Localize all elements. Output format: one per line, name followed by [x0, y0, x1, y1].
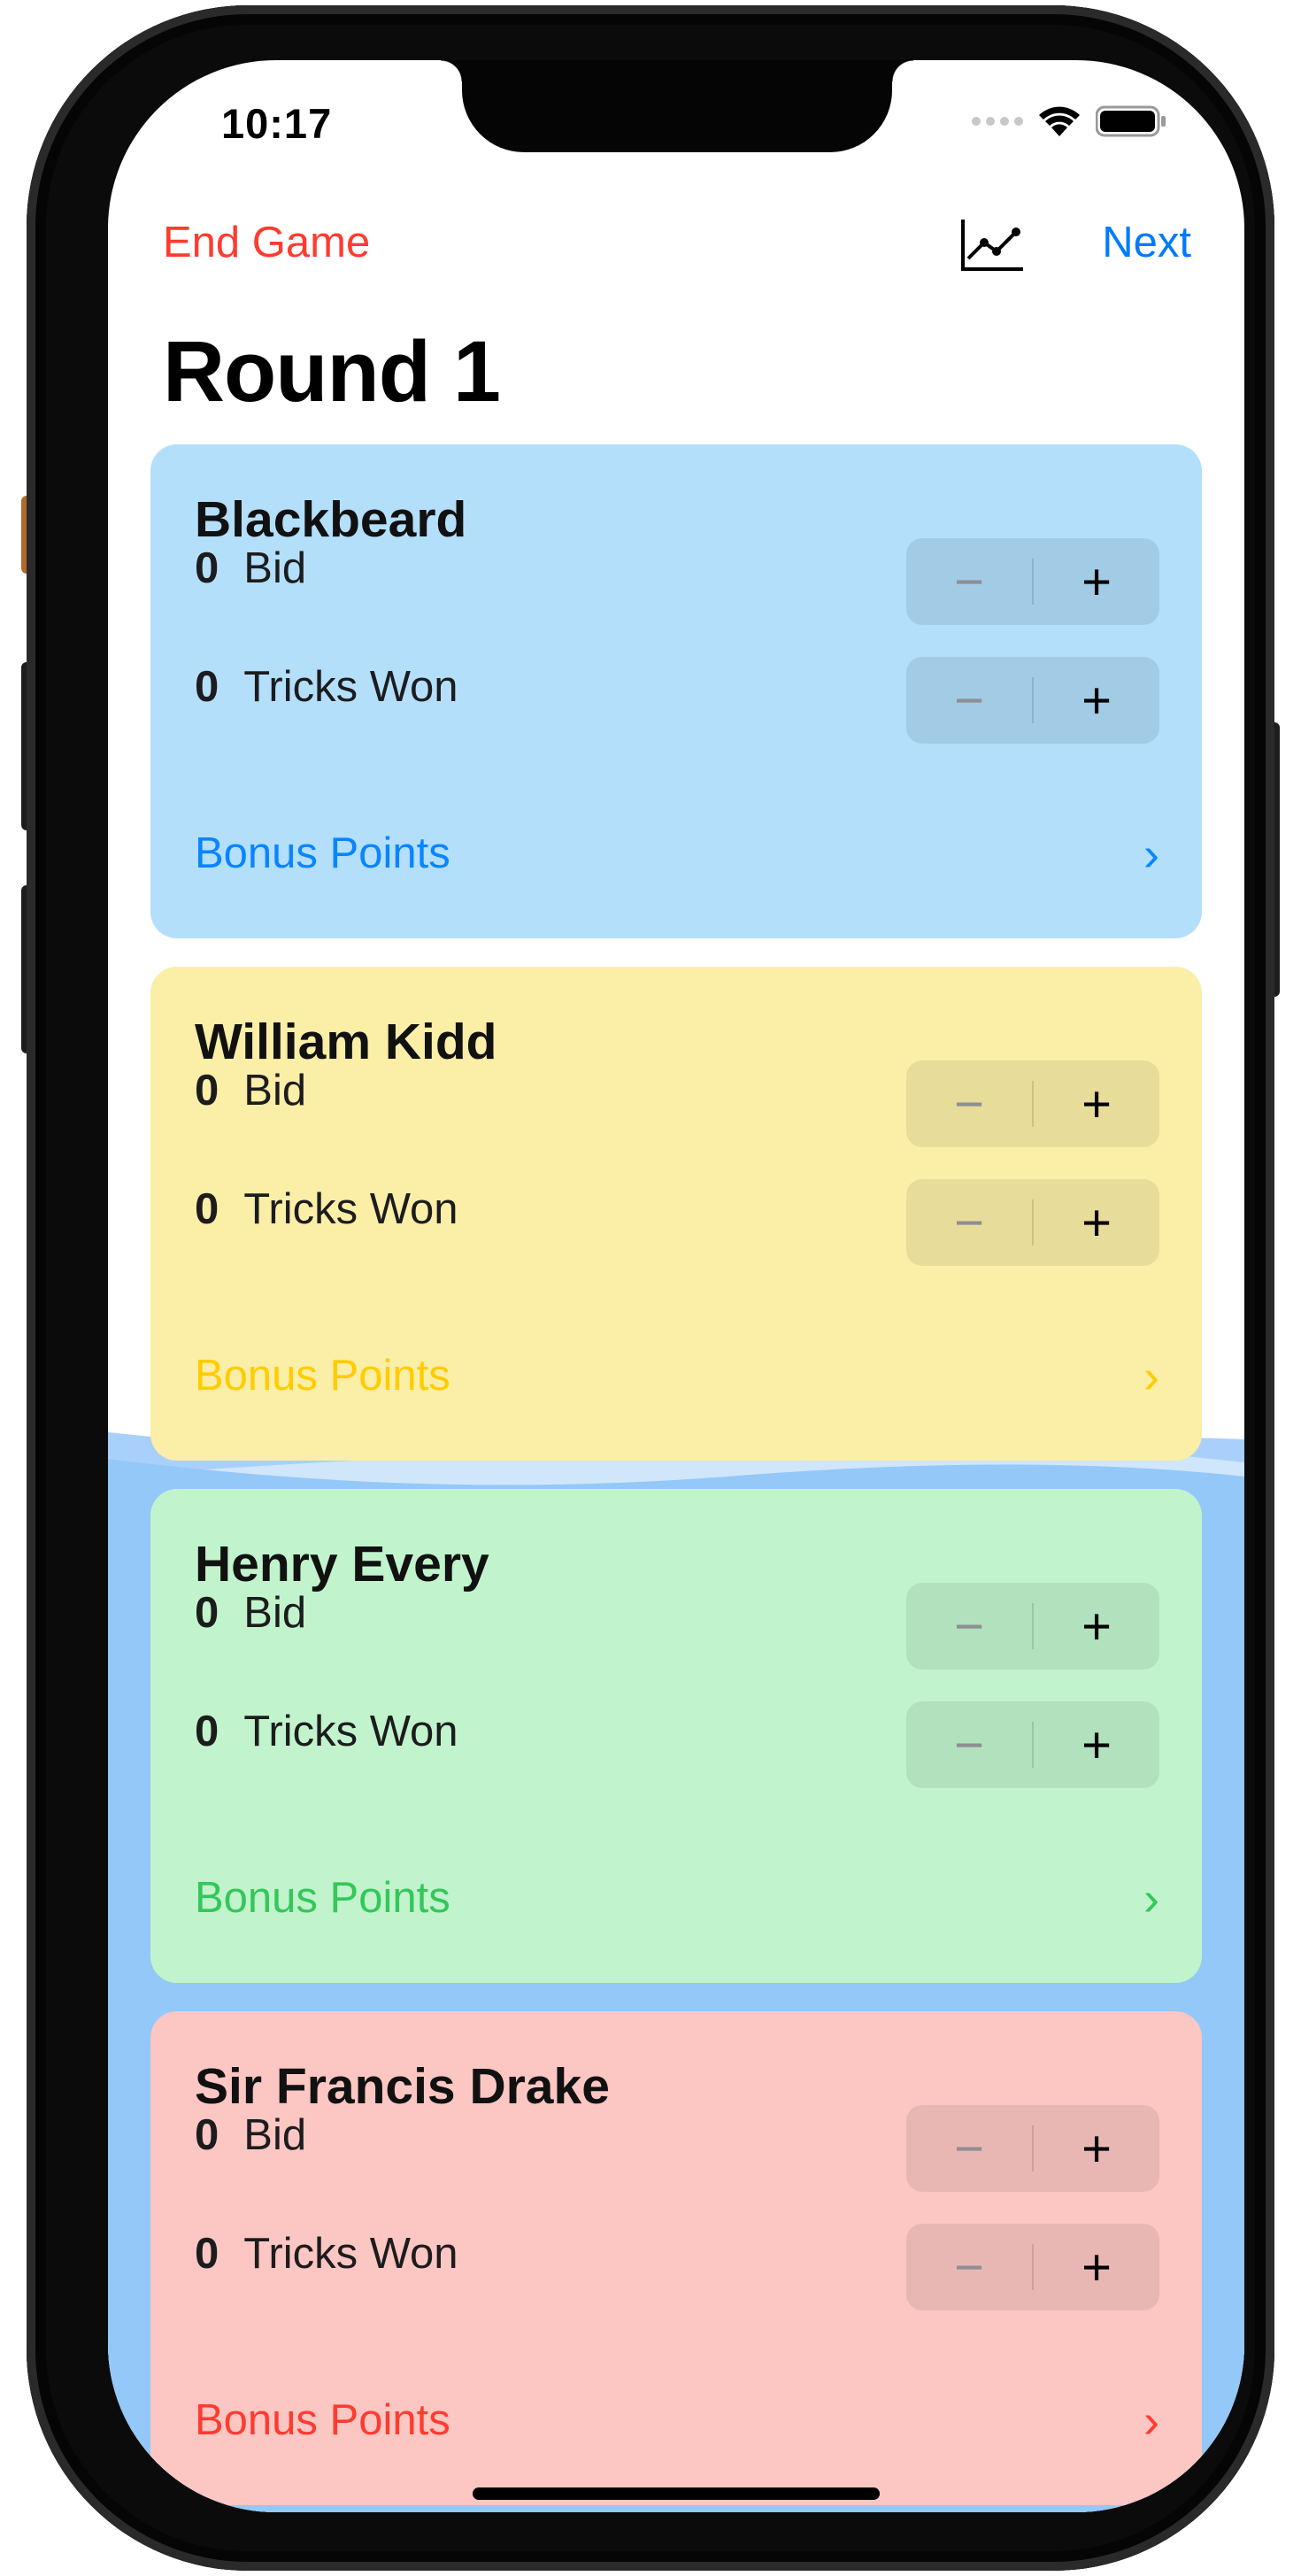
- tricks-stepper: − +: [906, 657, 1159, 744]
- cellular-signal-icon: [972, 117, 1023, 126]
- bonus-points-link[interactable]: Bonus Points: [195, 2395, 450, 2445]
- chart-line-icon[interactable]: [959, 218, 1025, 274]
- tricks-decrement-button[interactable]: −: [906, 1179, 1032, 1266]
- phone-frame: 10:17 End Game Next Round 1 Blackbeard 0…: [27, 5, 1274, 2571]
- bid-row: 0 Bid: [195, 1588, 306, 1638]
- tricks-row: 0 Tricks Won: [195, 1707, 458, 1756]
- player-card-henry-every: Henry Every 0 Bid − + 0 Tricks Won − + B…: [150, 1489, 1202, 1983]
- tricks-label: Tricks Won: [243, 2230, 458, 2278]
- bid-label: Bid: [243, 1589, 307, 1637]
- bid-label: Bid: [243, 544, 307, 592]
- bid-decrement-button[interactable]: −: [906, 1583, 1032, 1670]
- bid-increment-button[interactable]: +: [1034, 2105, 1159, 2192]
- tricks-row: 0 Tricks Won: [195, 2229, 458, 2279]
- tricks-row: 0 Tricks Won: [195, 662, 458, 712]
- bid-label: Bid: [243, 2111, 307, 2159]
- bid-value: 0: [195, 2111, 219, 2159]
- bid-decrement-button[interactable]: −: [906, 2105, 1032, 2192]
- bid-increment-button[interactable]: +: [1034, 1583, 1159, 1670]
- tricks-value: 0: [195, 663, 219, 711]
- bonus-points-link[interactable]: Bonus Points: [195, 1873, 450, 1923]
- bid-row: 0 Bid: [195, 544, 306, 593]
- bid-stepper: − +: [906, 2105, 1159, 2192]
- player-card-william-kidd: William Kidd 0 Bid − + 0 Tricks Won − + …: [150, 967, 1202, 1461]
- tricks-decrement-button[interactable]: −: [906, 2224, 1032, 2310]
- tricks-stepper: − +: [906, 1701, 1159, 1788]
- page-title: Round 1: [163, 323, 501, 420]
- bid-label: Bid: [243, 1067, 307, 1114]
- tricks-row: 0 Tricks Won: [195, 1184, 458, 1234]
- bid-increment-button[interactable]: +: [1034, 538, 1159, 625]
- tricks-value: 0: [195, 1708, 219, 1755]
- bid-stepper: − +: [906, 1060, 1159, 1147]
- wifi-icon: [1039, 106, 1080, 136]
- bid-value: 0: [195, 544, 219, 592]
- player-name: William Kidd: [195, 1014, 497, 1070]
- battery-icon: [1096, 105, 1166, 137]
- bid-increment-button[interactable]: +: [1034, 1060, 1159, 1147]
- home-indicator[interactable]: [473, 2487, 880, 2500]
- bid-value: 0: [195, 1589, 219, 1637]
- tricks-decrement-button[interactable]: −: [906, 657, 1032, 744]
- bid-row: 0 Bid: [195, 2110, 306, 2160]
- tricks-increment-button[interactable]: +: [1034, 1179, 1159, 1266]
- tricks-label: Tricks Won: [243, 1185, 458, 1233]
- chevron-right-icon[interactable]: ›: [1143, 2394, 1159, 2449]
- player-card-sir-francis-drake: Sir Francis Drake 0 Bid − + 0 Tricks Won…: [150, 2011, 1202, 2505]
- chevron-right-icon[interactable]: ›: [1143, 1349, 1159, 1404]
- bonus-points-link[interactable]: Bonus Points: [195, 829, 450, 878]
- bid-decrement-button[interactable]: −: [906, 1060, 1032, 1147]
- next-button[interactable]: Next: [1102, 218, 1191, 267]
- chevron-right-icon[interactable]: ›: [1143, 827, 1159, 882]
- tricks-stepper: − +: [906, 1179, 1159, 1266]
- tricks-value: 0: [195, 2230, 219, 2278]
- player-name: Sir Francis Drake: [195, 2058, 610, 2115]
- end-game-button[interactable]: End Game: [163, 218, 370, 267]
- tricks-label: Tricks Won: [243, 1708, 458, 1755]
- player-card-blackbeard: Blackbeard 0 Bid − + 0 Tricks Won − + Bo…: [150, 444, 1202, 938]
- chevron-right-icon[interactable]: ›: [1143, 1871, 1159, 1926]
- tricks-value: 0: [195, 1185, 219, 1233]
- tricks-stepper: − +: [906, 2224, 1159, 2310]
- notch: [441, 60, 913, 152]
- bonus-points-link[interactable]: Bonus Points: [195, 1351, 450, 1400]
- tricks-decrement-button[interactable]: −: [906, 1701, 1032, 1788]
- tricks-increment-button[interactable]: +: [1034, 1701, 1159, 1788]
- player-name: Blackbeard: [195, 491, 467, 548]
- bid-stepper: − +: [906, 1583, 1159, 1670]
- status-icons: [972, 104, 1166, 138]
- player-name: Henry Every: [195, 1536, 489, 1593]
- tricks-increment-button[interactable]: +: [1034, 2224, 1159, 2310]
- bid-decrement-button[interactable]: −: [906, 538, 1032, 625]
- bid-value: 0: [195, 1067, 219, 1114]
- bid-row: 0 Bid: [195, 1066, 306, 1115]
- status-time: 10:17: [221, 100, 333, 147]
- screen: 10:17 End Game Next Round 1 Blackbeard 0…: [108, 60, 1244, 2512]
- tricks-increment-button[interactable]: +: [1034, 657, 1159, 744]
- tricks-label: Tricks Won: [243, 663, 458, 711]
- bid-stepper: − +: [906, 538, 1159, 625]
